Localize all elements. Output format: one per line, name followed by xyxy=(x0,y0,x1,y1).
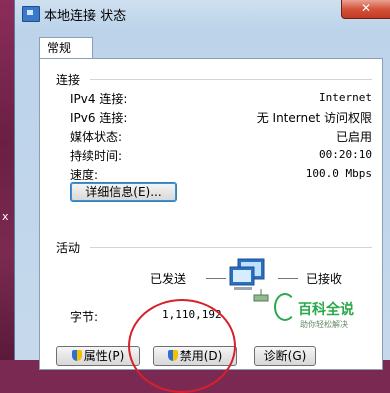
details-button[interactable]: 详细信息(E)... xyxy=(70,182,177,202)
uac-shield-icon xyxy=(71,350,82,361)
watermark-subtext: 助你轻松解决 xyxy=(300,320,348,329)
duration-value: 00:20:10 xyxy=(319,148,372,161)
network-computers-icon xyxy=(229,258,269,302)
connection-group-title: 连接 xyxy=(56,73,81,87)
received-line xyxy=(278,278,298,279)
title-bar[interactable]: 本地连接 状态 ✕ xyxy=(15,0,390,28)
ipv4-label: IPv4 连接: xyxy=(70,92,128,106)
group-divider xyxy=(90,247,372,248)
speed-value: 100.0 Mbps xyxy=(305,167,372,180)
status-dialog: 本地连接 状态 ✕ 常规 连接 IPv4 连接: Internet IPv6 连… xyxy=(14,0,390,393)
desktop-fragment-glyph: x xyxy=(2,210,9,223)
activity-group-title: 活动 xyxy=(56,241,81,255)
watermark: 百科全说 助你轻松解决 xyxy=(274,293,364,333)
diagnose-button[interactable]: 诊断(G) xyxy=(254,346,316,366)
ipv4-value: Internet xyxy=(319,91,372,104)
sent-label: 已发送 xyxy=(150,272,187,286)
group-divider xyxy=(90,79,372,80)
watermark-text: 百科全说 xyxy=(298,302,354,318)
bytes-label: 字节: xyxy=(70,310,99,324)
network-connection-icon xyxy=(22,6,40,22)
ipv6-label: IPv6 连接: xyxy=(70,111,128,125)
tab-general[interactable]: 常规 xyxy=(39,37,93,59)
ipv6-value: 无 Internet 访问权限 xyxy=(256,111,372,125)
media-state-label: 媒体状态: xyxy=(70,130,123,144)
window-title: 本地连接 状态 xyxy=(44,9,127,24)
sent-line xyxy=(206,278,226,279)
watermark-logo xyxy=(274,293,296,321)
close-button[interactable]: ✕ xyxy=(341,0,390,19)
media-state-value: 已启用 xyxy=(335,130,372,144)
received-label: 已接收 xyxy=(306,272,343,286)
general-tab-panel: 连接 IPv4 连接: Internet IPv6 连接: 无 Internet… xyxy=(39,58,383,393)
annotation-circle xyxy=(128,299,236,393)
duration-label: 持续时间: xyxy=(70,149,123,163)
speed-label: 速度: xyxy=(70,168,99,182)
properties-label: 属性(P) xyxy=(83,349,125,363)
